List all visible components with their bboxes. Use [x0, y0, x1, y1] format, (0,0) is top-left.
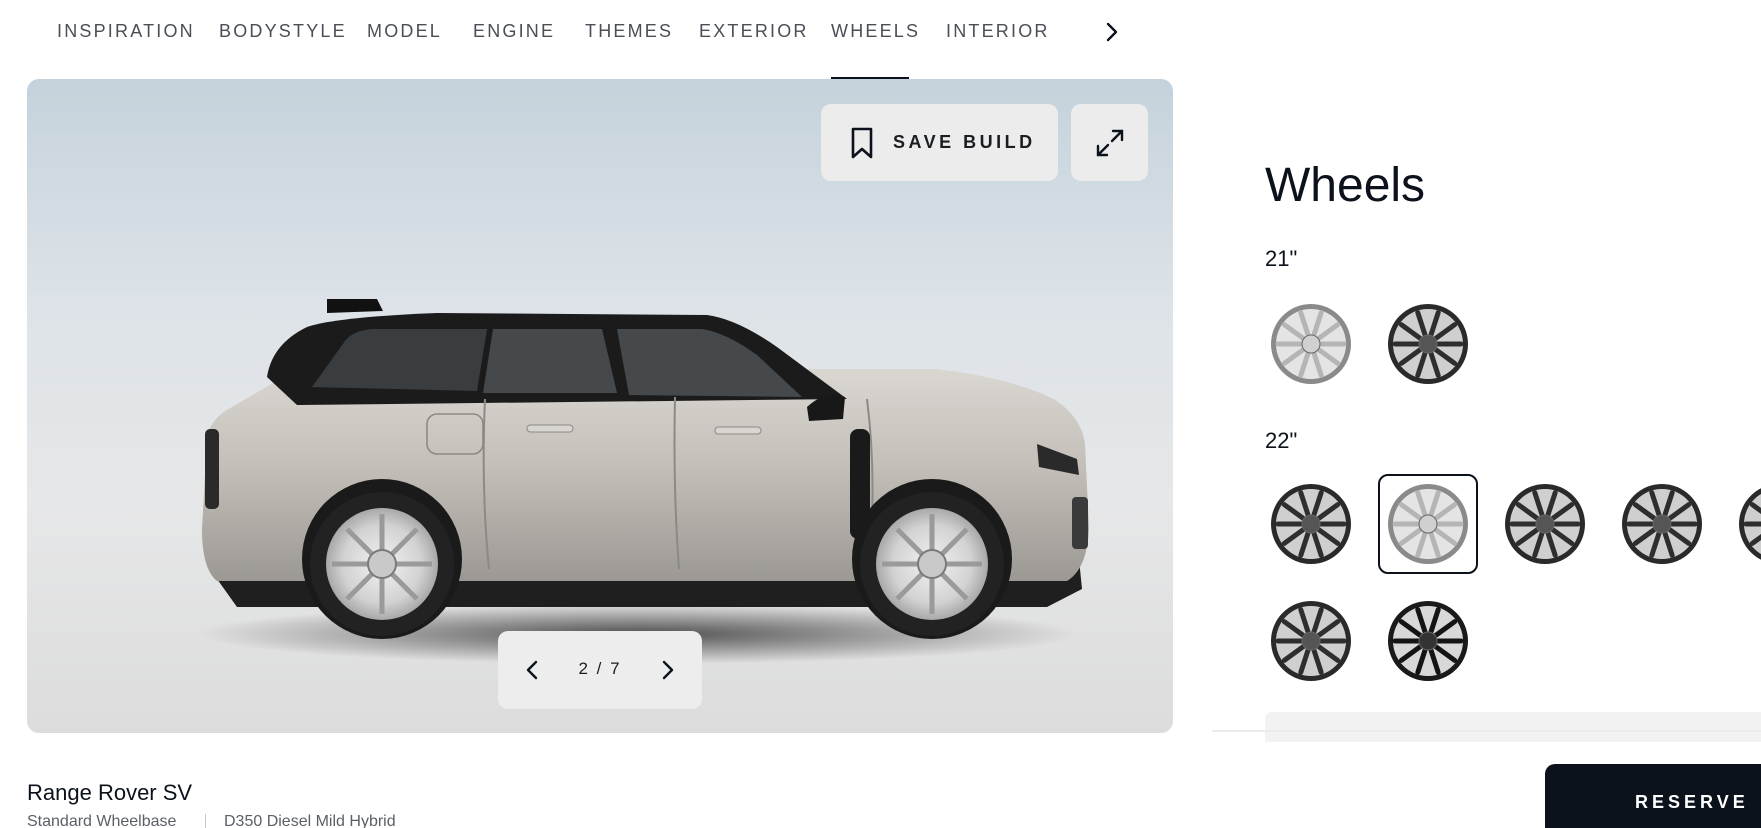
chevron-right-icon	[1106, 22, 1118, 42]
image-counter: 2 / 7	[578, 659, 622, 678]
nav-scroll-right-button[interactable]	[1100, 14, 1124, 50]
previous-image-button[interactable]	[516, 654, 548, 686]
chevron-right-icon	[662, 660, 674, 680]
tab-model[interactable]: MODEL	[367, 21, 442, 42]
wheel-icon	[1388, 601, 1468, 681]
wheel-option[interactable]	[1261, 591, 1361, 691]
next-image-button[interactable]	[652, 654, 684, 686]
wheel-option[interactable]	[1729, 474, 1761, 574]
image-pager: 2 / 7	[498, 631, 702, 709]
tab-exterior[interactable]: EXTERIOR	[699, 21, 809, 42]
wheel-icon	[1622, 484, 1702, 564]
wheel-option[interactable]	[1612, 474, 1712, 574]
config-step-nav: INSPIRATION BODYSTYLE MODEL ENGINE THEME…	[0, 0, 1130, 79]
wheel-icon	[1271, 601, 1351, 681]
vehicle-image	[197, 299, 1089, 664]
wheel-option[interactable]	[1378, 591, 1478, 691]
tab-themes[interactable]: THEMES	[585, 21, 673, 42]
wheel-option[interactable]	[1261, 474, 1361, 574]
wheel-option[interactable]	[1495, 474, 1595, 574]
nav-overflow-fade	[1060, 10, 1100, 60]
wheel-icon	[1388, 304, 1468, 384]
save-build-button[interactable]: SAVE BUILD	[821, 104, 1058, 181]
wheel-option[interactable]	[1378, 474, 1478, 574]
tab-engine[interactable]: ENGINE	[473, 21, 555, 42]
wheel-icon	[1271, 484, 1351, 564]
wheel-option[interactable]	[1261, 294, 1361, 394]
engine-spec: D350 Diesel Mild Hybrid	[224, 813, 396, 828]
wheelbase-spec: Standard Wheelbase	[27, 813, 177, 828]
panel-divider	[1212, 730, 1761, 732]
tab-inspiration[interactable]: INSPIRATION	[57, 21, 195, 42]
tab-interior[interactable]: INTERIOR	[946, 21, 1050, 42]
save-build-label: SAVE BUILD	[893, 132, 1036, 152]
tab-wheels[interactable]: WHEELS	[831, 21, 920, 42]
spec-divider	[205, 814, 206, 828]
wheel-size-label: 21"	[1265, 246, 1298, 271]
bookmark-icon	[851, 127, 873, 158]
chevron-left-icon	[526, 660, 538, 680]
wheel-details-card	[1265, 712, 1761, 742]
fullscreen-button[interactable]	[1071, 104, 1148, 181]
model-name: Range Rover SV	[27, 780, 193, 805]
wheel-icon	[1271, 304, 1351, 384]
reserve-label: RESERVE	[1635, 792, 1749, 812]
wheel-size-label: 22"	[1265, 428, 1298, 453]
vehicle-image-viewer: SAVE BUILD 2 / 7	[27, 79, 1173, 733]
reserve-button[interactable]: RESERVE	[1545, 764, 1761, 828]
configurator-page: INSPIRATION BODYSTYLE MODEL ENGINE THEME…	[0, 0, 1761, 828]
wheel-icon	[1388, 484, 1468, 564]
wheel-icon	[1739, 488, 1761, 560]
section-title: Wheels	[1265, 159, 1426, 212]
wheel-option[interactable]	[1378, 294, 1478, 394]
tab-bodystyle[interactable]: BODYSTYLE	[219, 21, 347, 42]
expand-icon	[1096, 129, 1123, 156]
wheel-icon	[1505, 484, 1585, 564]
